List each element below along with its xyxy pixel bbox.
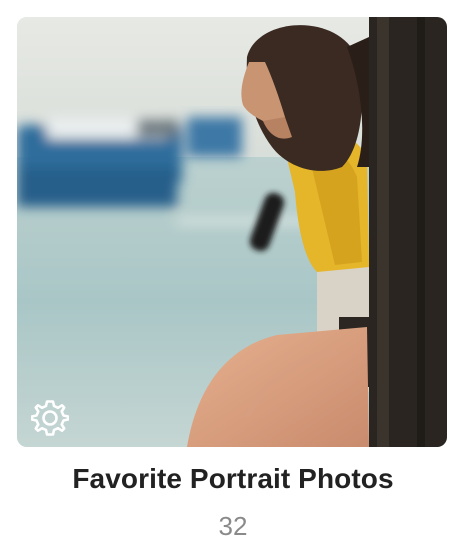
photo-count: 32 <box>218 511 248 541</box>
gear-icon[interactable] <box>31 398 69 436</box>
album-title: Favorite Portrait Photos <box>72 463 394 494</box>
album-card[interactable]: Favorite Portrait Photos 32 <box>0 0 466 548</box>
album-thumbnail[interactable] <box>17 17 447 447</box>
portrait-photo <box>17 17 447 447</box>
